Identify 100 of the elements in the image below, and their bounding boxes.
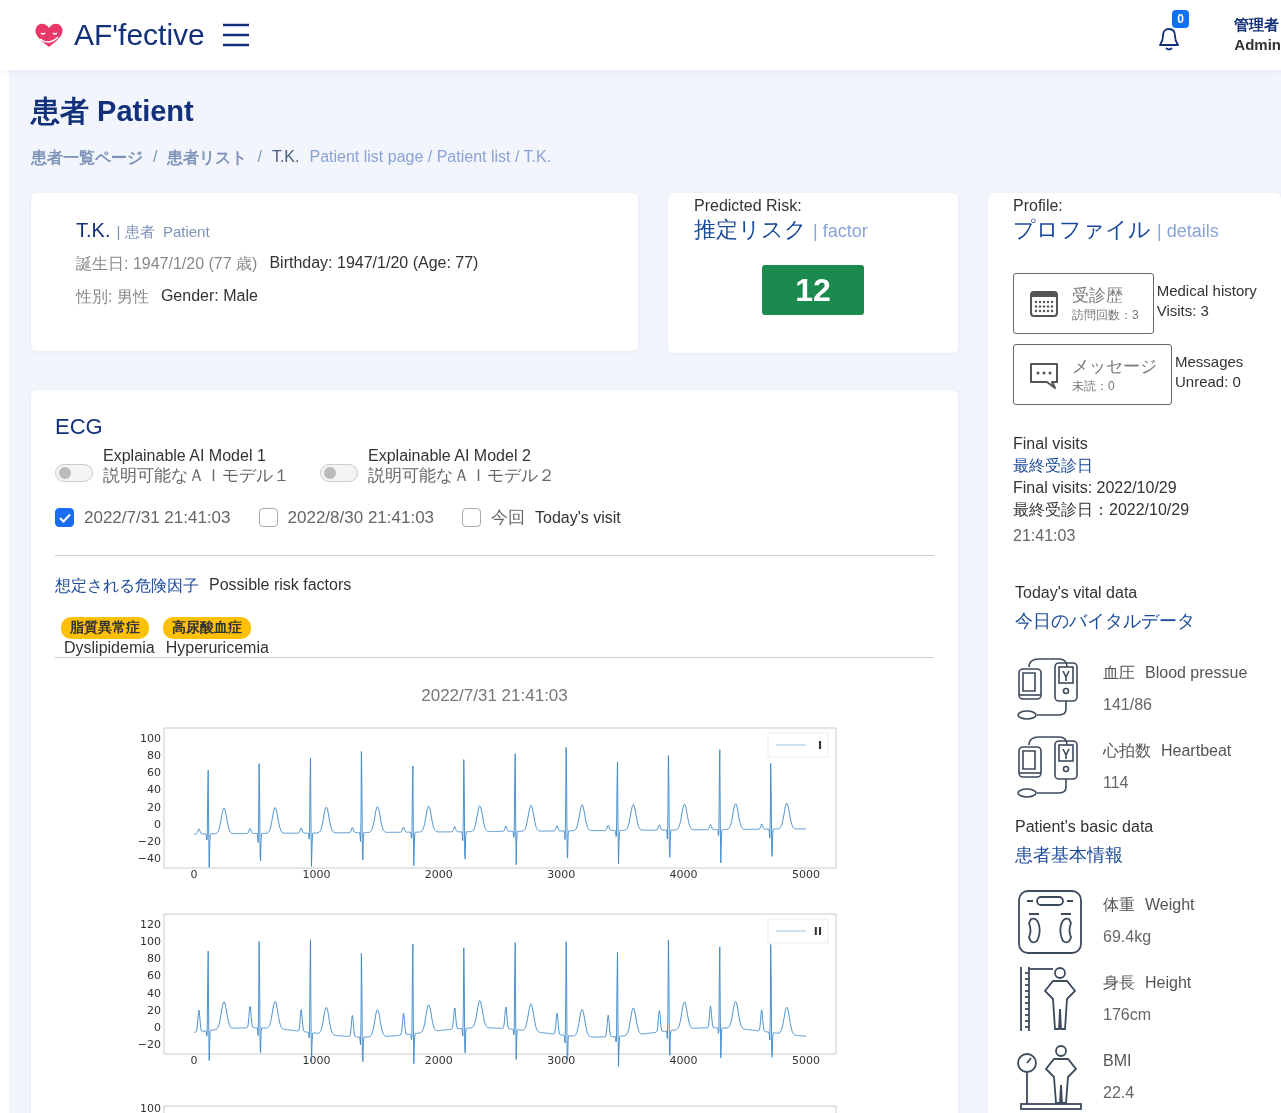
- metric-name: Weight: [1145, 895, 1195, 915]
- metric-name-ja: 身長: [1103, 973, 1135, 993]
- final-visit-label: Final visits: [1013, 434, 1089, 454]
- y-tick-label: 20: [147, 1003, 161, 1017]
- risk-factor-name: Hyperuricemia: [164, 639, 269, 657]
- weighing-scale-person-icon: [1015, 1043, 1083, 1111]
- y-tick-label: 40: [147, 783, 161, 797]
- toggle-label-ja: 説明可能なＡＩモデル１: [103, 466, 290, 486]
- x-tick-label: 1000: [302, 1054, 331, 1067]
- section-title: 今日のバイタルデータ: [1015, 610, 1196, 633]
- user-name[interactable]: Admin: [1234, 35, 1281, 55]
- x-tick-label: 1000: [302, 868, 331, 881]
- y-tick-label: 80: [147, 749, 161, 763]
- menu-icon[interactable]: [220, 22, 251, 48]
- toggle-label-ja: 説明可能なＡＩモデル２: [368, 466, 555, 486]
- y-tick-label: 80: [147, 952, 161, 966]
- final-visit-label-ja: 最終受診日: [1013, 456, 1094, 476]
- y-tick-label: −20: [137, 1038, 161, 1051]
- risk-score: 12: [762, 265, 864, 315]
- metric-name: BMI: [1103, 1051, 1132, 1071]
- risk-title: 推定リスク: [694, 216, 807, 244]
- profile-caption: Medical history: [1156, 281, 1257, 301]
- heart-logo-icon: [34, 22, 64, 48]
- final-visit-date: Final visits: 2022/10/29: [1013, 478, 1178, 498]
- metric-value: 22.4: [1103, 1083, 1135, 1103]
- metric-name-ja: 体重: [1103, 895, 1135, 915]
- metric-name: Height: [1145, 973, 1192, 993]
- visit-label-en: Today's visit: [535, 508, 621, 527]
- plot-legend: I: [767, 732, 829, 758]
- plot-legend: II: [767, 918, 829, 944]
- y-tick-label: 60: [147, 766, 161, 780]
- y-tick-label: 120: [140, 918, 161, 931]
- toggle-switch[interactable]: [55, 464, 93, 482]
- risk-factor-tag: 脂質異常症: [61, 617, 149, 639]
- metric-value: 141/86: [1103, 695, 1153, 715]
- y-tick-label: 100: [140, 732, 161, 745]
- medical-history-button[interactable]: 受診歴 訪問回数：3: [1013, 273, 1154, 334]
- metric-name: Blood pressue: [1145, 663, 1248, 683]
- birthday-ja: 誕生日: 1947/1/20 (77 歳): [76, 254, 258, 274]
- x-tick-label: 3000: [547, 868, 576, 881]
- metric-value: 114: [1103, 773, 1130, 793]
- x-tick-label: 4000: [669, 868, 698, 881]
- y-tick-label: −20: [137, 834, 161, 848]
- breadcrumb-separator: /: [257, 148, 262, 167]
- checkbox[interactable]: [55, 508, 74, 527]
- metric-name-ja: 心拍数: [1103, 741, 1151, 761]
- profile-label: Profile:: [1013, 197, 1064, 215]
- plot-title: 2022/7/31 21:41:03: [420, 686, 569, 706]
- x-tick-label: 5000: [792, 868, 820, 881]
- y-tick-label: 20: [147, 800, 161, 814]
- profile-title: プロファイル: [1013, 216, 1151, 244]
- x-tick-label: 4000: [669, 1054, 698, 1067]
- section-title: 患者基本情報: [1015, 844, 1124, 867]
- toggle-switch[interactable]: [320, 464, 358, 482]
- profile-subtitle: | details: [1157, 221, 1219, 242]
- x-tick-label: 2000: [424, 868, 453, 881]
- risk-factor-name: Dyslipidemia: [63, 639, 155, 657]
- metric-name: Heartbeat: [1161, 741, 1232, 761]
- visit-label: 2022/7/31 21:41:03: [84, 507, 231, 528]
- ecg-title: ECG: [55, 414, 104, 440]
- gender-ja: 性別: 男性: [76, 287, 149, 307]
- patient-role: | 患者 Patient: [116, 223, 210, 242]
- section-label: Today's vital data: [1015, 583, 1139, 603]
- y-tick-label: 100: [140, 935, 161, 949]
- profile-caption: Unread: 0: [1175, 372, 1242, 392]
- page-title: 患者 Patient: [31, 94, 195, 129]
- profile-caption: Visits: 3: [1156, 301, 1210, 321]
- metric-value: 69.4kg: [1103, 927, 1153, 947]
- toggle-label: Explainable AI Model 1: [103, 446, 267, 466]
- visit-label: 今回: [491, 507, 526, 529]
- visit-label: 2022/8/30 21:41:03: [287, 507, 435, 528]
- user-role[interactable]: 管理者: [1234, 15, 1281, 35]
- risk-factors-title: 想定される危険因子: [55, 576, 199, 596]
- checkbox[interactable]: [258, 508, 278, 527]
- y-tick-label: −40: [137, 852, 161, 865]
- bathroom-scale-icon: [1015, 887, 1083, 955]
- x-tick-label: 3000: [547, 1054, 576, 1067]
- x-tick-label: 0: [190, 1054, 198, 1067]
- final-visit-time: 21:41:03: [1013, 526, 1077, 546]
- y-tick-label: 0: [154, 1020, 161, 1034]
- x-tick-label: 5000: [792, 1054, 820, 1067]
- profile-caption: Messages: [1175, 352, 1244, 372]
- x-tick-label: 0: [190, 868, 198, 881]
- risk-subtitle: | factor: [813, 221, 868, 242]
- checkbox[interactable]: [462, 508, 482, 527]
- toggle-label: Explainable AI Model 2: [368, 446, 532, 466]
- check-icon: [58, 512, 71, 523]
- breadcrumb-link[interactable]: 患者一覧ページ: [31, 148, 143, 169]
- risk-factor-tag: 高尿酸血症: [162, 617, 251, 639]
- breadcrumb-link[interactable]: 患者リスト: [167, 148, 248, 169]
- y-tick-label: 0: [154, 817, 161, 831]
- breadcrumb-separator: /: [153, 148, 158, 167]
- notification-count-badge: 0: [1172, 10, 1189, 28]
- patient-name: T.K.: [76, 219, 111, 242]
- y-tick-label: 40: [147, 986, 161, 1000]
- risk-label: Predicted Risk:: [694, 197, 803, 215]
- x-tick-label: 2000: [424, 1054, 453, 1067]
- y-tick-label: 60: [147, 969, 161, 983]
- messages-button[interactable]: メッセージ 未読：0: [1013, 344, 1172, 405]
- birthday-en: Birthday: 1947/1/20 (Age: 77): [269, 254, 479, 273]
